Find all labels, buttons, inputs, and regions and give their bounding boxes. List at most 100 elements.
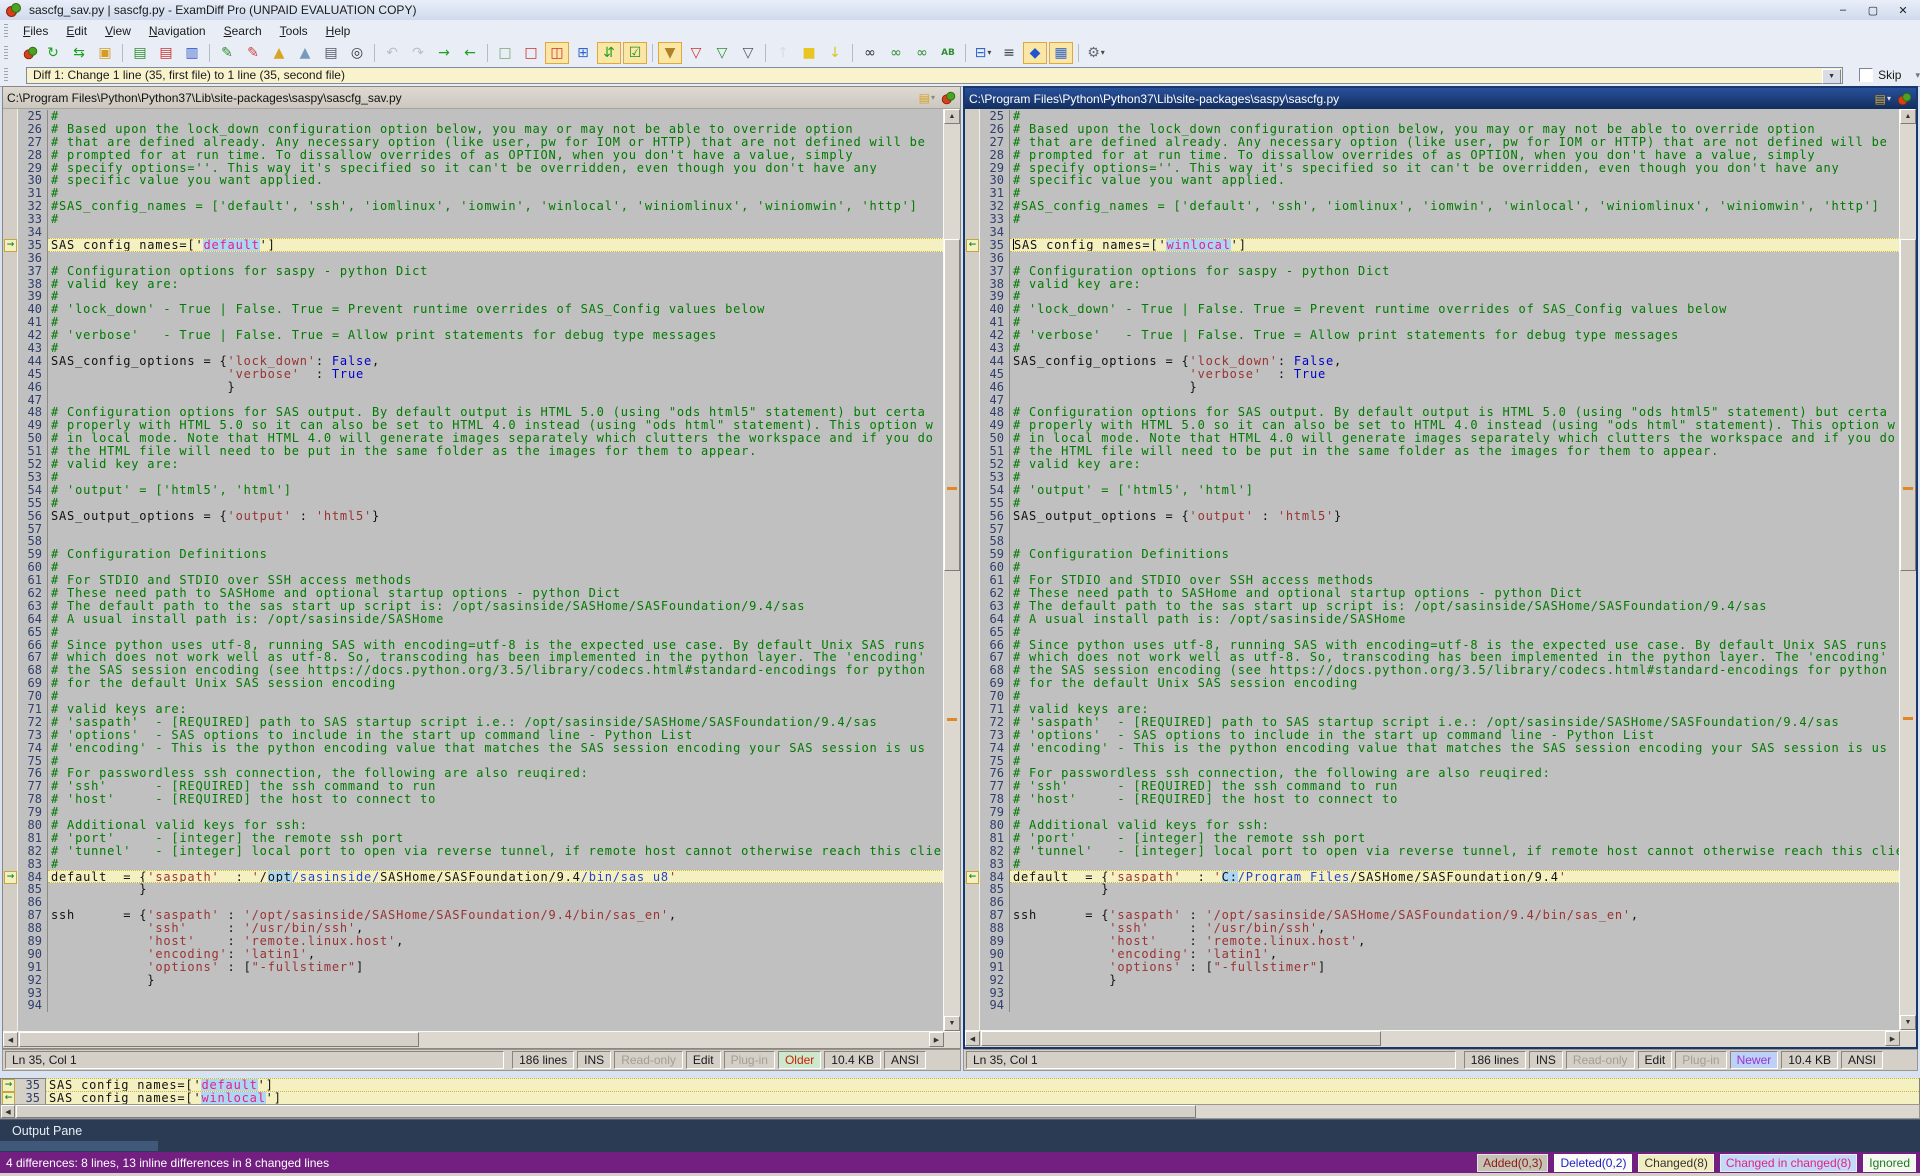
code-line[interactable]: 60# (965, 561, 1900, 574)
edit-flag[interactable]: Edit (1638, 1051, 1673, 1069)
code-line[interactable]: 37# Configuration options for saspy - py… (965, 265, 1900, 278)
menu-edit[interactable]: Edit (57, 22, 96, 40)
code-line[interactable]: 82# 'tunnel' - [integer] local port to o… (965, 845, 1900, 858)
code-line[interactable]: 65# (3, 626, 944, 639)
code-line[interactable]: 56SAS_output_options = {'output' : 'html… (965, 510, 1900, 523)
line-details-icon[interactable]: ≡ (997, 42, 1021, 64)
code-line[interactable]: 42# 'verbose' - True | False. True = All… (3, 329, 944, 342)
plugins-icon[interactable]: ◆ (1023, 42, 1047, 64)
code-line[interactable]: 76# For passwordless ssh connection, the… (965, 767, 1900, 780)
diff-selector-combo[interactable]: Diff 1: Change 1 line (35, first file) t… (26, 67, 1843, 84)
code-line[interactable]: 33# (3, 213, 944, 226)
code-line[interactable]: 45 'verbose' : True (965, 368, 1900, 381)
code-line[interactable]: 43# (3, 342, 944, 355)
code-line[interactable]: 53# (965, 471, 1900, 484)
code-line[interactable]: 91 'options' : ["-fullstimer"] (3, 961, 944, 974)
code-line[interactable]: 32#SAS_config_names = ['default', 'ssh',… (965, 200, 1900, 213)
code-line[interactable]: 31# (965, 187, 1900, 200)
code-line[interactable]: 55# (965, 497, 1900, 510)
code-line[interactable]: 68# the SAS session encoding (see https:… (3, 664, 944, 677)
recompare-icon[interactable]: ↻ (41, 42, 65, 64)
code-line[interactable]: ←35SAS_config_names=['winlocal'] (965, 239, 1900, 252)
output-pane-header[interactable]: Output Pane (0, 1119, 1920, 1141)
code-line[interactable]: 87ssh = {'saspath' : '/opt/sasinside/SAS… (965, 909, 1900, 922)
redo-icon[interactable]: ↷ (406, 42, 430, 64)
code-line[interactable]: 85 } (965, 883, 1900, 896)
copy-path-icon[interactable]: ▤ (1875, 92, 1886, 106)
save-first-icon[interactable]: ▤ (128, 42, 152, 64)
open-files-icon[interactable]: ▣ (93, 42, 117, 64)
detail-hscroll-thumb[interactable] (16, 1105, 1196, 1118)
code-line[interactable]: 70# (3, 690, 944, 703)
code-line[interactable]: 51# the HTML file will need to be put in… (3, 445, 944, 458)
code-line[interactable]: 30# specific value you want applied. (965, 174, 1900, 187)
scroll-right-icon[interactable]: ▶ (929, 1032, 944, 1047)
menu-help[interactable]: Help (317, 22, 360, 40)
code-line[interactable]: 42# 'verbose' - True | False. True = All… (965, 329, 1900, 342)
menu-tools[interactable]: Tools (271, 22, 317, 40)
filter-find-icon[interactable]: ▽ (736, 42, 760, 64)
code-line[interactable]: 57 (3, 523, 944, 536)
code-line[interactable]: 81# 'port' - [integer] the remote ssh po… (3, 832, 944, 845)
code-line[interactable]: 51# the HTML file will need to be put in… (965, 445, 1900, 458)
output-pane-tab[interactable] (0, 1141, 158, 1151)
code-line[interactable]: 59# Configuration Definitions (965, 548, 1900, 561)
code-line[interactable]: 73# 'options' - SAS options to include i… (3, 729, 944, 742)
code-line[interactable]: 89 'host' : 'remote.linux.host', (965, 935, 1900, 948)
code-line[interactable]: 82# 'tunnel' - [integer] local port to o… (3, 845, 944, 858)
code-line[interactable]: 81# 'port' - [integer] the remote ssh po… (965, 832, 1900, 845)
prev-change-icon[interactable]: ↑ (771, 42, 795, 64)
menu-files[interactable]: Files (14, 22, 57, 40)
layout-icon[interactable]: ⊟▾ (971, 42, 995, 64)
code-line[interactable]: 62# These need path to SASHome and optio… (3, 587, 944, 600)
code-line[interactable]: 41# (965, 316, 1900, 329)
code-line[interactable]: 56SAS_output_options = {'output' : 'html… (3, 510, 944, 523)
detail-pane-scrollbar[interactable]: ◀ (0, 1104, 1920, 1119)
code-line[interactable]: 66# Since python uses utf-8, running SAS… (3, 639, 944, 652)
scroll-up-icon[interactable]: ▲ (1900, 109, 1916, 124)
code-line[interactable]: 55# (3, 497, 944, 510)
edit-second-icon[interactable]: ✎ (241, 42, 265, 64)
code-line[interactable]: 90 'encoding': 'latin1', (965, 948, 1900, 961)
close-button[interactable]: ✕ (1888, 2, 1918, 19)
second-file-code-area[interactable]: 25#26# Based upon the lock_down configur… (965, 109, 1916, 1030)
save-all-icon[interactable]: ▥ (180, 42, 204, 64)
code-line[interactable]: 94 (965, 999, 1900, 1012)
code-line[interactable]: 28# prompted for at run time. To dissall… (965, 149, 1900, 162)
filter-added-icon[interactable]: ▽ (710, 42, 734, 64)
save-second-icon[interactable]: ▤ (154, 42, 178, 64)
code-line[interactable]: 54# 'output' = ['html5', 'html'] (3, 484, 944, 497)
code-line[interactable]: 77# 'ssh' - [REQUIRED] the ssh command t… (3, 780, 944, 793)
code-line[interactable]: 75# (965, 755, 1900, 768)
code-line[interactable]: 64# A usual install path is: /opt/sasins… (3, 613, 944, 626)
copy-path-icon[interactable]: ▤ (919, 91, 930, 105)
print-icon[interactable]: ▤ (319, 42, 343, 64)
code-line[interactable]: 77# 'ssh' - [REQUIRED] the ssh command t… (965, 780, 1900, 793)
code-line[interactable]: 27# that are defined already. Any necess… (965, 136, 1900, 149)
skip-checkbox-wrap[interactable]: Skip (1859, 68, 1901, 82)
code-line[interactable]: 89 'host' : 'remote.linux.host', (3, 935, 944, 948)
scroll-up-icon[interactable]: ▲ (944, 109, 960, 124)
code-line[interactable]: 85 } (3, 883, 944, 896)
code-line[interactable]: 45 'verbose' : True (3, 368, 944, 381)
diff-selector-dropdown-icon[interactable]: ▼ (1822, 69, 1841, 84)
code-line[interactable]: 65# (965, 626, 1900, 639)
code-line[interactable]: 69# for the default Unix SAS session enc… (965, 677, 1900, 690)
code-line[interactable]: 72# 'saspath' - [REQUIRED] path to SAS s… (3, 716, 944, 729)
code-line[interactable]: 66# Since python uses utf-8, running SAS… (965, 639, 1900, 652)
code-line[interactable]: 48# Configuration options for SAS output… (3, 406, 944, 419)
filter-deleted-icon[interactable]: ▽ (684, 42, 708, 64)
scroll-down-icon[interactable]: ▼ (944, 1016, 960, 1031)
second-vertical-scrollbar[interactable]: ▲ ▼ (1899, 109, 1916, 1030)
code-line[interactable]: 58 (965, 535, 1900, 548)
copy-path-caret-icon[interactable]: ▾ (931, 93, 935, 102)
zoom-icon[interactable]: ◎ (345, 42, 369, 64)
code-line[interactable]: 93 (3, 987, 944, 1000)
code-line[interactable]: 88 'ssh' : '/usr/bin/ssh', (3, 922, 944, 935)
code-line[interactable]: 80# Additional valid keys for ssh: (3, 819, 944, 832)
code-line[interactable]: 52# valid key are: (3, 458, 944, 471)
second-hscroll-thumb[interactable] (981, 1031, 1381, 1046)
show-differences-icon[interactable]: □ (519, 42, 543, 64)
file-app-icon[interactable] (942, 91, 956, 104)
readonly-second-icon[interactable]: ▲ (293, 42, 317, 64)
